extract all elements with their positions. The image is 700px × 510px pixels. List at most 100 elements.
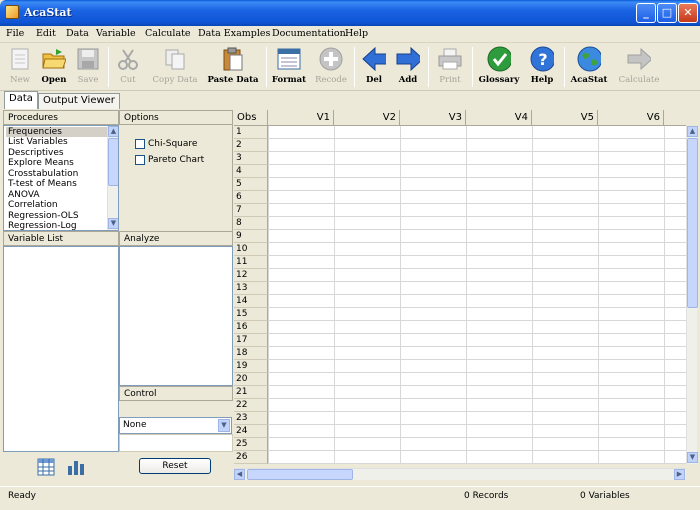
- grid-row-line: [268, 372, 686, 373]
- procedure-item-t-test[interactable]: T-test of Means: [8, 179, 77, 189]
- procedure-item-list-variables[interactable]: List Variables: [8, 137, 68, 147]
- row-number[interactable]: 7: [234, 204, 268, 217]
- menu-data-examples[interactable]: Data Examples: [198, 28, 270, 39]
- grid-vertical-scrollbar[interactable]: ▲ ▼: [686, 126, 698, 464]
- scroll-down-icon[interactable]: ▼: [108, 218, 118, 229]
- chevron-down-icon[interactable]: ▼: [218, 419, 230, 432]
- calculate-button[interactable]: Calculate: [619, 45, 659, 89]
- row-number[interactable]: 25: [234, 438, 268, 451]
- procedures-list[interactable]: Frequencies List Variables Descriptives …: [3, 125, 119, 231]
- scroll-thumb[interactable]: [108, 138, 118, 186]
- grid-horizontal-scrollbar[interactable]: ◀ ▶: [234, 468, 686, 480]
- row-number[interactable]: 11: [234, 256, 268, 269]
- printer-icon: [438, 47, 462, 71]
- column-header-v1[interactable]: V1: [268, 110, 334, 126]
- row-number[interactable]: 10: [234, 243, 268, 256]
- grid-row-line: [268, 177, 686, 178]
- checkmark-icon: [487, 46, 511, 72]
- tab-output-viewer[interactable]: Output Viewer: [38, 93, 120, 109]
- acastat-button[interactable]: AcaStat: [571, 45, 607, 89]
- row-number[interactable]: 15: [234, 308, 268, 321]
- scroll-right-icon[interactable]: ▶: [674, 469, 685, 480]
- scroll-thumb[interactable]: [247, 469, 353, 480]
- grid-row-line: [268, 385, 686, 386]
- data-grid[interactable]: Obs V1 V2 V3 V4 V5 V6 1 2 3 4 5 6 7 8 9 …: [234, 110, 686, 464]
- status-variables: 0 Variables: [580, 491, 630, 501]
- column-header-v2[interactable]: V2: [334, 110, 400, 126]
- table-view-icon[interactable]: [37, 458, 55, 476]
- help-button[interactable]: ? Help: [528, 45, 556, 89]
- procedure-item-explore-means[interactable]: Explore Means: [8, 158, 74, 168]
- row-number[interactable]: 18: [234, 347, 268, 360]
- chi-square-checkbox[interactable]: [135, 139, 145, 149]
- column-header-v4[interactable]: V4: [466, 110, 532, 126]
- menu-file[interactable]: File: [6, 28, 24, 39]
- add-button[interactable]: Add: [394, 45, 422, 89]
- row-number[interactable]: 12: [234, 269, 268, 282]
- row-number[interactable]: 20: [234, 373, 268, 386]
- scroll-up-icon[interactable]: ▲: [108, 126, 118, 137]
- copy-data-button[interactable]: Copy Data: [153, 45, 197, 89]
- procedures-scrollbar[interactable]: ▲ ▼: [107, 126, 118, 230]
- menu-help[interactable]: Help: [345, 28, 368, 39]
- glossary-button[interactable]: Glossary: [479, 45, 519, 89]
- row-number[interactable]: 8: [234, 217, 268, 230]
- row-number[interactable]: 17: [234, 334, 268, 347]
- cut-button[interactable]: Cut: [114, 45, 142, 89]
- scroll-up-icon[interactable]: ▲: [687, 126, 698, 137]
- column-header-v6[interactable]: V6: [598, 110, 664, 126]
- scroll-thumb[interactable]: [687, 138, 698, 308]
- menu-edit[interactable]: Edit: [36, 28, 56, 39]
- row-number[interactable]: 2: [234, 139, 268, 152]
- analyze-list[interactable]: [119, 246, 233, 386]
- row-number[interactable]: 23: [234, 412, 268, 425]
- procedure-item-descriptives[interactable]: Descriptives: [8, 148, 64, 158]
- procedure-item-crosstabulation[interactable]: Crosstabulation: [8, 169, 78, 179]
- row-number[interactable]: 14: [234, 295, 268, 308]
- control-field[interactable]: [119, 434, 233, 452]
- control-select[interactable]: None ▼: [119, 417, 232, 434]
- row-number[interactable]: 5: [234, 178, 268, 191]
- column-header-v3[interactable]: V3: [400, 110, 466, 126]
- row-number[interactable]: 26: [234, 451, 268, 464]
- row-number[interactable]: 19: [234, 360, 268, 373]
- menu-variable[interactable]: Variable: [96, 28, 136, 39]
- procedure-item-correlation[interactable]: Correlation: [8, 200, 58, 210]
- row-number[interactable]: 22: [234, 399, 268, 412]
- procedure-item-regression-log[interactable]: Regression-Log: [8, 221, 77, 230]
- paste-data-button[interactable]: Paste Data: [207, 45, 259, 89]
- scroll-left-icon[interactable]: ◀: [234, 469, 245, 480]
- column-header-v5[interactable]: V5: [532, 110, 598, 126]
- grid-row-line: [268, 255, 686, 256]
- row-number[interactable]: 3: [234, 152, 268, 165]
- row-number[interactable]: 21: [234, 386, 268, 399]
- menu-calculate[interactable]: Calculate: [145, 28, 191, 39]
- row-number[interactable]: 9: [234, 230, 268, 243]
- save-button[interactable]: Save: [74, 45, 102, 89]
- minimize-button[interactable]: _: [636, 3, 656, 23]
- pareto-chart-checkbox[interactable]: [135, 155, 145, 165]
- copy-icon: [163, 47, 187, 71]
- row-number[interactable]: 13: [234, 282, 268, 295]
- row-number[interactable]: 16: [234, 321, 268, 334]
- tab-data[interactable]: Data: [4, 91, 38, 109]
- procedure-item-regression-ols[interactable]: Regression-OLS: [8, 211, 79, 221]
- variable-list[interactable]: [3, 246, 119, 452]
- row-number[interactable]: 1: [234, 126, 268, 139]
- row-number[interactable]: 24: [234, 425, 268, 438]
- print-button[interactable]: Print: [436, 45, 464, 89]
- recode-button[interactable]: Recode: [315, 45, 347, 89]
- procedure-item-anova[interactable]: ANOVA: [8, 190, 40, 200]
- grid-row-line: [268, 138, 686, 139]
- maximize-button[interactable]: □: [657, 3, 677, 23]
- menu-data[interactable]: Data: [66, 28, 89, 39]
- format-button[interactable]: Format: [272, 45, 306, 89]
- procedure-item-frequencies[interactable]: Frequencies: [6, 127, 108, 137]
- reset-button[interactable]: Reset: [139, 458, 211, 474]
- scroll-down-icon[interactable]: ▼: [687, 452, 698, 463]
- close-button[interactable]: ✕: [678, 3, 698, 23]
- menu-documentation[interactable]: Documentation: [272, 28, 346, 39]
- bar-chart-icon[interactable]: [67, 458, 85, 476]
- row-number[interactable]: 6: [234, 191, 268, 204]
- row-number[interactable]: 4: [234, 165, 268, 178]
